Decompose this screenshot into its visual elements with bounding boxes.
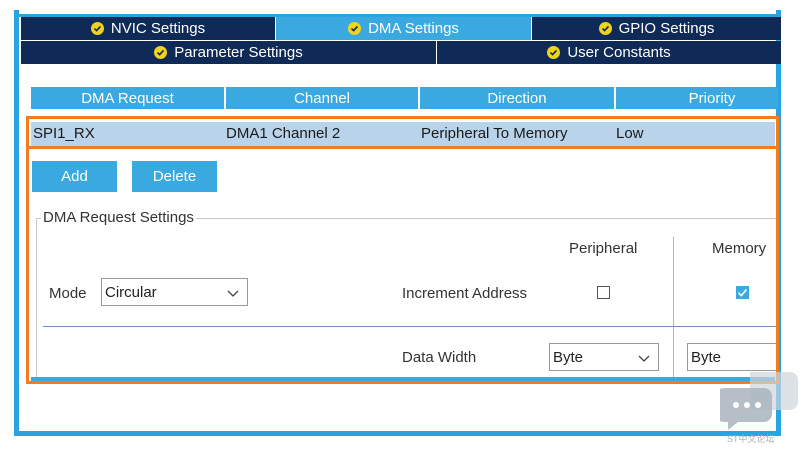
- settings-separator: [43, 326, 776, 327]
- chevron-down-icon: [227, 286, 239, 303]
- tab-label: GPIO Settings: [618, 20, 715, 37]
- mode-label: Mode: [49, 285, 87, 302]
- increment-memory-checkbox[interactable]: [736, 286, 749, 299]
- check-circle-icon: [547, 46, 561, 59]
- tab-nvic-settings[interactable]: NVIC Settings: [21, 17, 276, 40]
- check-circle-icon: [90, 22, 104, 35]
- highlight-annotation-line: [26, 146, 779, 149]
- fieldset-left-border: [36, 218, 37, 378]
- data-width-peripheral-select[interactable]: Byte: [549, 343, 659, 371]
- mode-value: Circular: [105, 284, 157, 301]
- column-header-priority[interactable]: Priority: [616, 87, 778, 109]
- table-row[interactable]: SPI1_RX DMA1 Channel 2 Peripheral To Mem…: [31, 122, 775, 146]
- tab-row-1: NVIC Settings DMA Settings GPIO Settings: [21, 17, 781, 40]
- check-circle-icon: [598, 22, 612, 35]
- chat-bubble-icon: [716, 370, 798, 437]
- peripheral-column-label: Peripheral: [569, 240, 638, 257]
- mode-select[interactable]: Circular: [101, 278, 248, 306]
- tab-row-2: Parameter Settings User Constants: [21, 41, 781, 64]
- data-width-peripheral-value: Byte: [553, 349, 584, 366]
- tab-gpio-settings[interactable]: GPIO Settings: [532, 17, 781, 40]
- cell-direction: Peripheral To Memory: [421, 125, 568, 142]
- check-circle-icon: [348, 22, 362, 35]
- tab-label: DMA Settings: [368, 20, 459, 37]
- column-header-direction[interactable]: Direction: [420, 87, 614, 109]
- checkmark-icon: [737, 289, 748, 297]
- tab-label: User Constants: [567, 44, 671, 61]
- column-header-channel[interactable]: Channel: [226, 87, 418, 109]
- chevron-down-icon: [638, 351, 650, 368]
- tab-parameter-settings[interactable]: Parameter Settings: [21, 41, 437, 64]
- tab-label: Parameter Settings: [174, 44, 303, 61]
- fieldset-legend: DMA Request Settings: [41, 209, 196, 226]
- cell-priority: Low: [616, 125, 644, 142]
- data-width-memory-select[interactable]: Byte: [687, 343, 777, 371]
- memory-column-label: Memory: [712, 240, 767, 257]
- column-header-dma-request[interactable]: DMA Request: [31, 87, 224, 109]
- delete-button[interactable]: Delete: [132, 161, 217, 192]
- tab-dma-settings[interactable]: DMA Settings: [276, 17, 532, 40]
- increment-address-label: Increment Address: [402, 285, 528, 302]
- cell-channel: DMA1 Channel 2: [226, 125, 341, 142]
- check-circle-icon: [154, 46, 168, 59]
- column-divider: [673, 237, 674, 377]
- data-width-memory-value: Byte: [691, 349, 722, 366]
- add-button[interactable]: Add: [32, 161, 117, 192]
- tab-user-constants[interactable]: User Constants: [437, 41, 781, 64]
- tab-label: NVIC Settings: [110, 20, 206, 37]
- panel-bottom-bar: [31, 377, 775, 381]
- increment-peripheral-checkbox[interactable]: [597, 286, 610, 299]
- data-width-label: Data Width: [402, 349, 477, 366]
- cell-dma-request: SPI1_RX: [33, 125, 95, 142]
- watermark-text: ST中文论坛: [727, 434, 775, 444]
